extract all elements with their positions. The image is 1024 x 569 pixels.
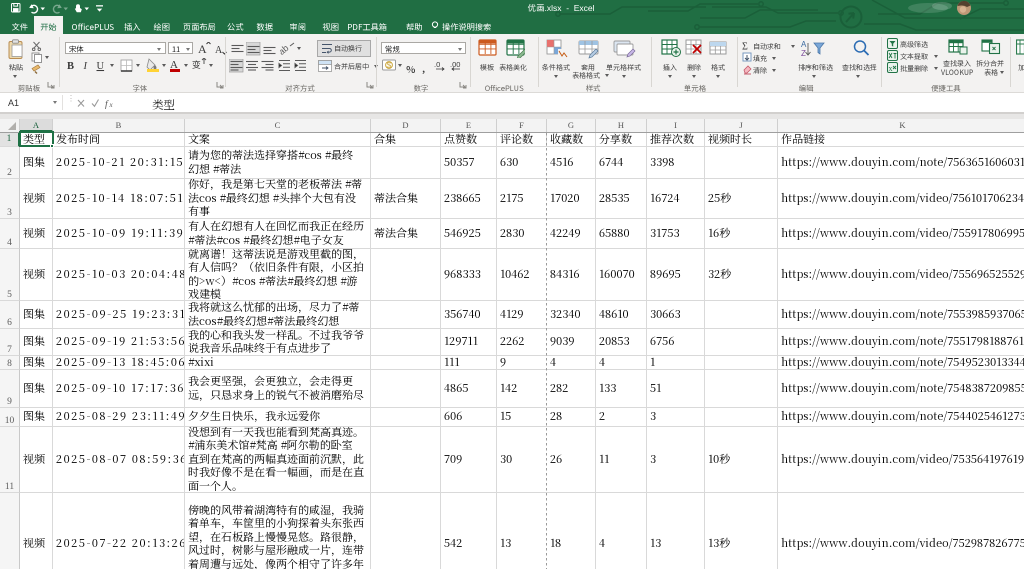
svg-text:x: x xyxy=(889,64,893,73)
svg-text:A: A xyxy=(198,42,207,56)
svg-text:x: x xyxy=(109,101,114,109)
svg-text:变: 变 xyxy=(192,58,201,71)
svg-text:ab: ab xyxy=(280,43,291,55)
svg-text:f: f xyxy=(105,99,109,110)
svg-text:.00: .00 xyxy=(450,60,460,69)
svg-text:A: A xyxy=(215,45,223,56)
svg-text:.0: .0 xyxy=(434,60,440,69)
svg-text:U: U xyxy=(97,61,105,72)
svg-text:A: A xyxy=(801,40,807,49)
svg-text:$: $ xyxy=(387,61,392,70)
svg-text:B: B xyxy=(67,61,74,72)
svg-text:Z: Z xyxy=(801,49,806,58)
svg-text:I: I xyxy=(83,61,88,72)
svg-text:Σ: Σ xyxy=(742,42,748,52)
